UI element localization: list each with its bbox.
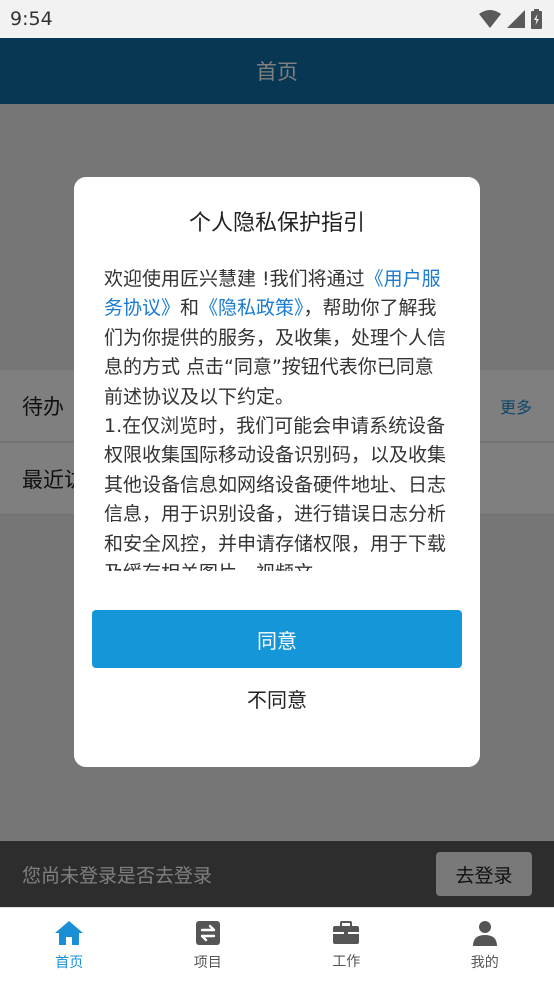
dialog-body[interactable]: 欢迎使用匠兴慧建 !我们将通过《用户服务协议》和《隐私政策》，帮助你了解我们为你…: [104, 265, 452, 571]
person-icon: [472, 921, 497, 946]
privacy-dialog: 个人隐私保护指引 欢迎使用匠兴慧建 !我们将通过《用户服务协议》和《隐私政策》，…: [74, 177, 480, 767]
status-icons: [479, 9, 542, 29]
paragraph-1: 1.在仅浏览时，我们可能会申请系统设备权限收集国际移动设备识别码，以及收集其他设…: [104, 415, 447, 571]
dialog-title: 个人隐私保护指引: [188, 211, 365, 236]
battery-icon: [531, 9, 542, 29]
status-bar: 9:54: [0, 0, 554, 38]
and-text: 和: [180, 297, 200, 320]
bottom-tab-bar: 首页 项目 工作 我的: [0, 907, 554, 984]
tab-work[interactable]: 工作: [277, 908, 416, 984]
tab-projects[interactable]: 项目: [139, 908, 278, 984]
status-time: 9:54: [10, 8, 53, 30]
wifi-icon: [479, 10, 501, 28]
agree-button[interactable]: 同意: [92, 610, 462, 668]
tab-home[interactable]: 首页: [0, 908, 139, 984]
tab-projects-label: 项目: [193, 955, 222, 971]
tab-work-label: 工作: [332, 954, 361, 970]
privacy-policy-link[interactable]: 《隐私政策》: [199, 297, 304, 319]
tab-home-label: 首页: [55, 955, 84, 971]
home-icon: [55, 921, 84, 945]
swap-icon: [195, 921, 220, 945]
tab-mine[interactable]: 我的: [416, 908, 554, 984]
signal-icon: [507, 10, 525, 28]
briefcase-icon: [333, 921, 360, 944]
intro-prefix: 欢迎使用匠兴慧建 !我们将通过: [104, 268, 365, 290]
disagree-button[interactable]: 不同意: [92, 677, 462, 719]
tab-mine-label: 我的: [470, 955, 499, 971]
